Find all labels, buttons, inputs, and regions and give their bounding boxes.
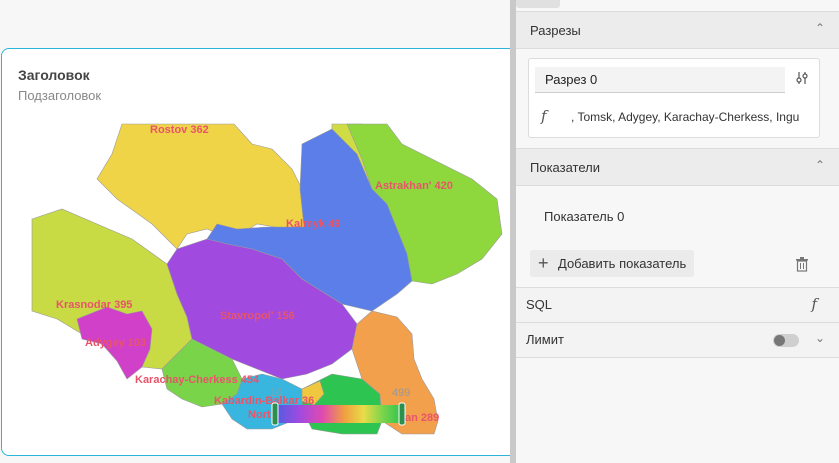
label-stavropol: Stavropol' 156	[220, 310, 295, 322]
function-icon[interactable]: f	[811, 295, 817, 313]
metrics-section-header[interactable]: Показатели ⌃	[516, 148, 839, 186]
label-adygey: Adygey 103	[85, 337, 146, 349]
metrics-header-label: Показатели	[530, 160, 600, 175]
plus-icon: +	[538, 253, 549, 273]
toggle-knob	[774, 335, 785, 346]
add-metric-button[interactable]: + Добавить показатель	[530, 250, 694, 277]
sql-row[interactable]: SQL f	[516, 287, 839, 322]
limit-row[interactable]: Лимит ⌄	[516, 322, 839, 358]
chevron-up-icon[interactable]: ⌃	[815, 21, 825, 35]
widget-title: Заголовок	[18, 67, 90, 83]
chevron-down-icon[interactable]: ⌄	[815, 331, 825, 345]
label-dagestan: an 289	[405, 412, 439, 424]
add-metric-label: Добавить показатель	[558, 256, 687, 271]
legend-handle-max[interactable]	[398, 402, 406, 426]
label-north: Nort	[248, 409, 271, 421]
widget-subtitle: Подзаголовок	[18, 88, 102, 103]
function-icon[interactable]: f	[541, 107, 547, 125]
sql-label: SQL	[526, 297, 553, 312]
legend-min: 10	[270, 387, 282, 399]
label-kalmyk: Kalmyk 49	[286, 218, 340, 230]
slice-name-input[interactable]: Разрез 0	[535, 67, 785, 93]
limit-label: Лимит	[526, 332, 564, 347]
legend-gradient	[274, 405, 402, 423]
slices-section-header[interactable]: Разрезы ⌃	[516, 11, 839, 49]
label-krasnodar: Krasnodar 395	[56, 299, 132, 311]
label-rostov: Rostov 362	[150, 124, 209, 136]
limit-toggle[interactable]	[773, 334, 799, 347]
slices-header-label: Разрезы	[530, 23, 581, 38]
slice-fields-list[interactable]: , Tomsk, Adygey, Karachay-Cherkess, Ingu	[571, 110, 817, 124]
legend-max: 499	[392, 387, 410, 399]
choropleth-map[interactable]: Rostov 362 Astrakhan' 420 Kalmyk 49 Kras…	[2, 49, 516, 455]
chevron-up-icon[interactable]: ⌃	[815, 158, 825, 172]
settings-panel: Разрезы ⌃ Разрез 0 f , Tomsk, Adygey, Ka…	[516, 0, 839, 463]
metric-item[interactable]: Показатель 0	[544, 209, 624, 224]
canvas-area: Rostov 362 Astrakhan' 420 Kalmyk 49 Kras…	[0, 0, 517, 463]
slice-card: Разрез 0 f , Tomsk, Adygey, Karachay-Che…	[528, 58, 820, 138]
map-widget[interactable]: Rostov 362 Astrakhan' 420 Kalmyk 49 Kras…	[1, 48, 517, 456]
legend-handle-min[interactable]	[271, 402, 279, 426]
settings-sliders-icon[interactable]	[795, 71, 809, 88]
label-karachay-cherkess: Karachay-Cherkess 454	[135, 374, 260, 386]
label-astrakhan: Astrakhan' 420	[375, 180, 453, 192]
trash-icon[interactable]	[795, 256, 809, 272]
top-button[interactable]	[516, 0, 560, 8]
